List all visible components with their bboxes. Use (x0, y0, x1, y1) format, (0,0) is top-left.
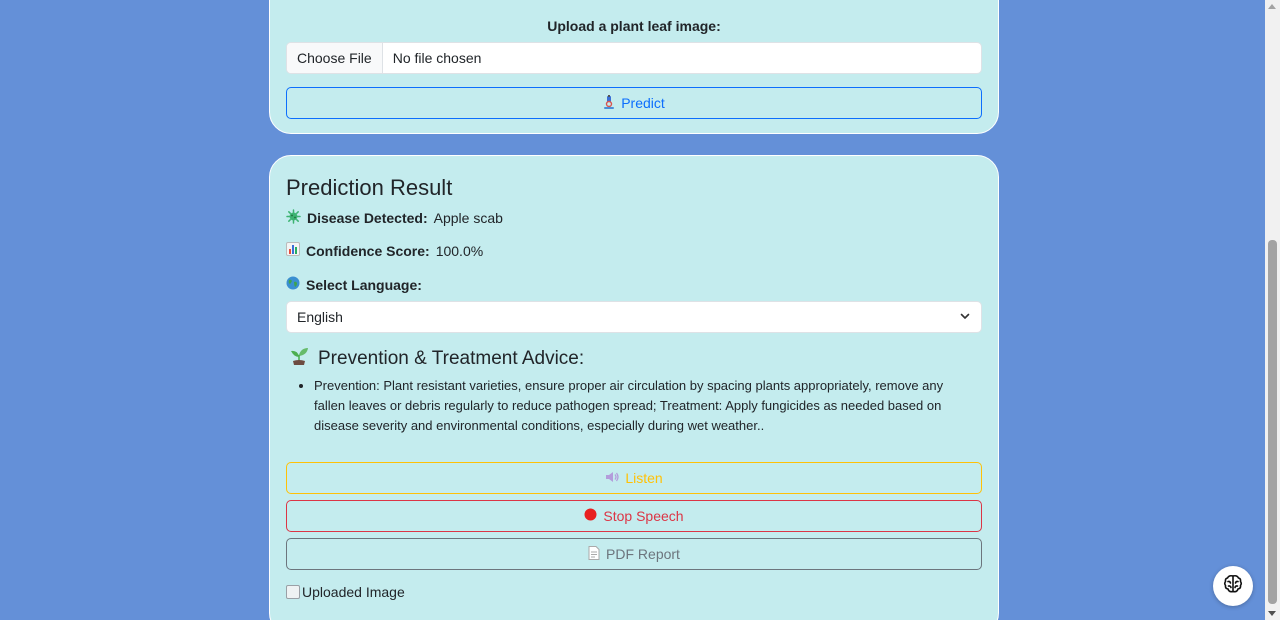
uploaded-image-alt: Uploaded Image (302, 584, 405, 600)
list-item: Prevention: Plant resistant varieties, e… (314, 376, 974, 436)
scroll-thumb[interactable] (1268, 240, 1277, 604)
language-label: Select Language: (306, 276, 422, 293)
disease-row: Disease Detected: Apple scab (286, 209, 503, 227)
language-row: Select Language: (286, 276, 422, 293)
predict-button[interactable]: Predict (286, 87, 982, 119)
scroll-down-arrow-icon[interactable] (1268, 611, 1276, 616)
upload-label: Upload a plant leaf image: (547, 18, 721, 34)
microscope-icon (603, 94, 615, 112)
microbe-icon (286, 209, 301, 227)
result-card: Prediction Result Disease Detected: Appl… (269, 155, 999, 620)
disease-label: Disease Detected: (307, 210, 428, 226)
choose-file-button[interactable]: Choose File (287, 43, 383, 73)
result-title: Prediction Result (286, 175, 453, 200)
bar-chart-icon (286, 242, 300, 259)
scroll-up-arrow-icon[interactable] (1268, 4, 1276, 9)
advice-list: Prevention: Plant resistant varieties, e… (314, 376, 974, 436)
broken-image-icon (286, 585, 300, 599)
globe-icon (286, 276, 300, 293)
disease-value: Apple scab (433, 210, 503, 226)
language-selected: English (297, 309, 343, 325)
file-input[interactable]: Choose File No file chosen (286, 42, 982, 74)
advice-title-text: Prevention & Treatment Advice: (318, 348, 585, 369)
listen-label: Listen (625, 470, 663, 486)
chevron-down-icon (959, 309, 971, 325)
upload-card: Upload a plant leaf image: Choose File N… (269, 0, 999, 134)
confidence-value: 100.0% (435, 242, 484, 259)
document-icon (588, 545, 600, 563)
predict-label: Predict (621, 95, 665, 111)
language-select[interactable]: English (286, 301, 982, 333)
red-circle-icon (584, 508, 597, 524)
file-status: No file chosen (392, 50, 482, 66)
stop-speech-button[interactable]: Stop Speech (286, 500, 982, 532)
confidence-label: Confidence Score: (306, 242, 430, 259)
stop-speech-label: Stop Speech (603, 508, 684, 524)
pdf-report-button[interactable]: PDF Report (286, 538, 982, 570)
pdf-report-label: PDF Report (606, 546, 680, 562)
speaker-icon (605, 470, 619, 486)
chat-widget-button[interactable] (1213, 566, 1253, 606)
confidence-row: Confidence Score: 100.0% (286, 242, 483, 259)
scrollbar[interactable] (1265, 0, 1280, 620)
uploaded-image: Uploaded Image (286, 584, 405, 600)
seedling-icon (288, 345, 310, 373)
listen-button[interactable]: Listen (286, 462, 982, 494)
advice-title: Prevention & Treatment Advice: (288, 345, 584, 373)
brain-icon (1222, 573, 1244, 600)
